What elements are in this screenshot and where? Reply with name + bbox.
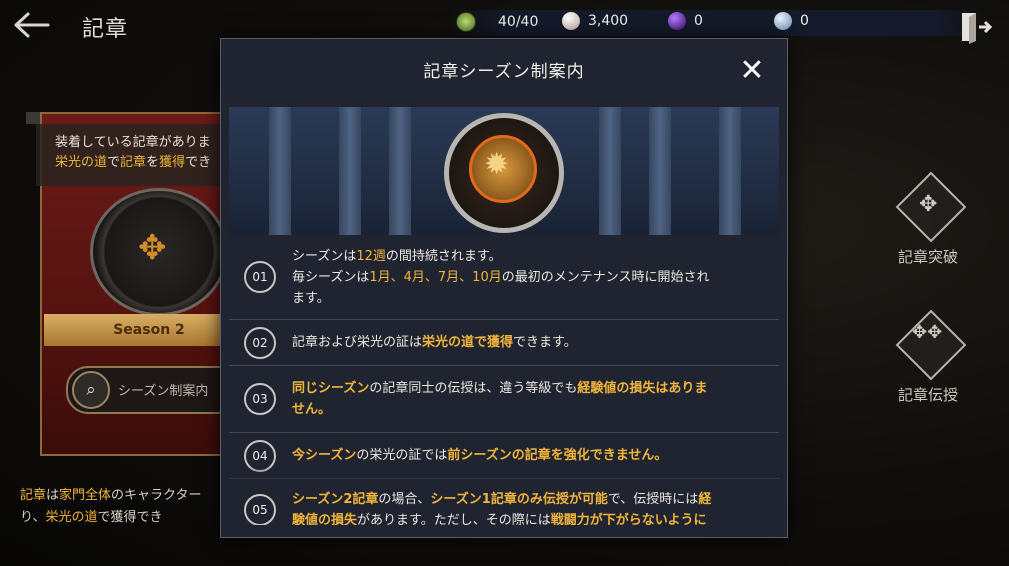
- pillar: [389, 107, 411, 235]
- item-number: 02: [244, 326, 276, 359]
- breakthrough-label: 記章突破: [898, 248, 959, 266]
- modal-title: 記章シーズン制案内: [423, 62, 585, 82]
- resource-stamina: 40/40: [456, 12, 538, 32]
- page-title: 記章: [82, 17, 129, 42]
- item-text: シーズンは12週の間持続されます。 毎シーズンは1月、4月、7月、10月の最初の…: [292, 248, 710, 306]
- close-icon[interactable]: ✕: [736, 56, 768, 88]
- transfer-button[interactable]: ✥✥ 記章伝授: [895, 309, 967, 404]
- hero-banner: ✹: [229, 107, 779, 235]
- transfer-frame: [895, 309, 967, 381]
- list-item: 02 記章および栄光の証は栄光の道で獲得できます。: [229, 320, 779, 366]
- resource-purple-gem: 0: [668, 12, 703, 30]
- emblem-knot-icon: ✥: [138, 228, 167, 268]
- season-guide-button[interactable]: ⌕ シーズン制案内: [66, 366, 240, 414]
- pillar: [269, 107, 291, 235]
- emblem-description: 記章は家門全体のキャラクター り、栄光の道で獲得でき: [20, 488, 202, 525]
- list-fade: [228, 466, 778, 488]
- transfer-label: 記章伝授: [898, 386, 959, 404]
- item-number: 05: [244, 494, 276, 525]
- silver-coin-icon: [774, 12, 792, 30]
- resource-pearl: 3,400: [562, 12, 628, 30]
- item-text: 同じシーズンの記章同士の伝授は、違う等級でも経験値の損失はありま せん。: [292, 381, 708, 417]
- item-number: 03: [244, 383, 276, 415]
- item-number: 01: [244, 261, 276, 293]
- list-item: 03 同じシーズンの記章同士の伝授は、違う等級でも経験値の損失はありま せん。: [229, 366, 779, 433]
- item-text: シーズン2記章の場合、シーズン1記章のみ伝授が可能で、伝授時には経 験値の損失が…: [292, 492, 712, 525]
- stamina-icon: [456, 12, 476, 32]
- pillar: [719, 107, 741, 235]
- exit-door-icon[interactable]: [958, 10, 992, 44]
- pearl-icon: [562, 12, 580, 30]
- double-knot-icon: ✥✥: [912, 322, 943, 343]
- season-guide-modal: 記章シーズン制案内 ✕ ✹ 01 シーズンは12週の間持続されます。 毎シーズン…: [220, 38, 788, 538]
- magnifier-icon: ⌕: [72, 371, 110, 409]
- purple-gem-icon: [668, 12, 686, 30]
- item-text: 記章および栄光の証は栄光の道で獲得できます。: [292, 335, 577, 350]
- pillar: [649, 107, 671, 235]
- list-item: 01 シーズンは12週の間持続されます。 毎シーズンは1月、4月、7月、10月の…: [229, 235, 779, 320]
- pillar: [339, 107, 361, 235]
- equip-notice-text: 装着している記章がありま 栄光の道で記章を獲得でき: [55, 135, 212, 170]
- pillar: [599, 107, 621, 235]
- star-medal-icon: ✹: [484, 147, 510, 182]
- item-text: 今シーズンの栄光の証では前シーズンの記章を強化できません。: [292, 448, 668, 463]
- season-guide-label: シーズン制案内: [118, 384, 209, 399]
- back-arrow-icon[interactable]: [12, 10, 50, 40]
- resource-silver-coin: 0: [774, 12, 809, 30]
- knot-icon: ✥: [919, 192, 938, 217]
- breakthrough-button[interactable]: ✥ 記章突破: [895, 171, 967, 266]
